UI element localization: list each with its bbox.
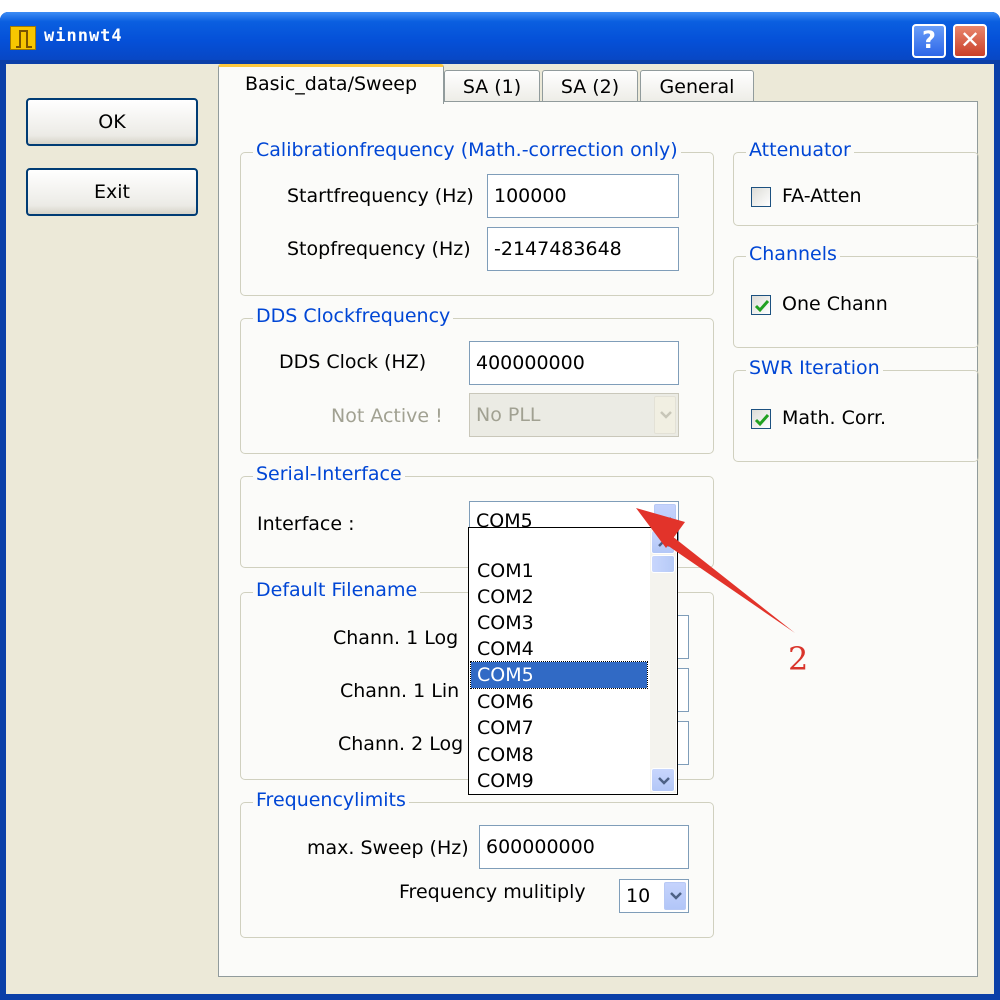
frequency-multiply-value: 10 [626, 885, 651, 907]
scroll-thumb[interactable] [651, 555, 675, 573]
list-item-com4[interactable]: COM4 [471, 636, 647, 662]
chevron-down-icon [654, 396, 676, 434]
one-chann-checkbox[interactable] [751, 295, 771, 315]
frequencylimits-group: Frequencylimits max. Sweep (Hz) 60000000… [240, 789, 714, 938]
window-title: winnwt4 [44, 26, 123, 46]
list-item-com5[interactable]: COM5 [470, 661, 648, 689]
filename-label-chann2-log: Chann. 2 Log [338, 733, 464, 755]
app-icon [10, 26, 36, 50]
interface-label: Interface : [257, 513, 355, 535]
default-filename-legend: Default Filename [253, 579, 421, 601]
list-item-com7[interactable]: COM7 [471, 715, 647, 741]
dds-clock-input[interactable]: 400000000 [469, 341, 679, 385]
dropdown-scrollbar[interactable] [650, 529, 676, 793]
swr-legend: SWR Iteration [746, 357, 883, 379]
tab-sa-2[interactable]: SA (2) [542, 70, 638, 104]
dialog-window: winnwt4 ? ✕ OK Exit Basic_data/Sweep SA … [0, 12, 1000, 1000]
calibration-legend: Calibrationfrequency (Math.-correction o… [253, 139, 681, 161]
list-item-com2[interactable]: COM2 [471, 584, 647, 610]
swr-iteration-group: SWR Iteration Math. Corr. [733, 357, 979, 462]
stop-frequency-input[interactable]: -2147483648 [487, 227, 679, 271]
math-corr-checkbox[interactable] [751, 409, 771, 429]
fa-atten-label: FA-Atten [782, 185, 862, 207]
list-item-com8[interactable]: COM8 [471, 742, 647, 768]
scroll-down-icon[interactable] [651, 768, 675, 792]
help-icon[interactable]: ? [912, 24, 946, 58]
tab-basic-data-sweep[interactable]: Basic_data/Sweep [218, 64, 444, 104]
calibration-group: Calibrationfrequency (Math.-correction o… [240, 139, 714, 296]
stop-frequency-label: Stopfrequency (Hz) [287, 238, 471, 260]
check-icon [754, 300, 770, 313]
start-frequency-label: Startfrequency (Hz) [287, 185, 474, 207]
pll-value: No PLL [476, 404, 541, 426]
tab-general[interactable]: General [640, 70, 754, 104]
annotation-number: 2 [788, 640, 809, 678]
interface-dropdown-list[interactable]: COM1 COM2 COM3 COM4 COM5 COM6 COM7 COM8 … [468, 527, 678, 795]
check-icon [754, 414, 770, 427]
filename-label-chann1-lin: Chann. 1 Lin [340, 680, 460, 702]
frequency-multiply-select[interactable]: 10 [619, 879, 689, 913]
channels-legend: Channels [746, 243, 840, 265]
frequency-multiply-label: Frequency mulitiply [399, 881, 586, 903]
channels-group: Channels One Chann [733, 243, 979, 348]
fa-atten-checkbox[interactable] [751, 187, 771, 207]
attenuator-group: Attenuator FA-Atten [733, 139, 979, 226]
list-item-com6[interactable]: COM6 [471, 689, 647, 715]
one-chann-label: One Chann [782, 293, 888, 315]
list-item-com9[interactable]: COM9 [471, 768, 647, 794]
exit-button[interactable]: Exit [26, 168, 198, 216]
pll-select: No PLL [469, 393, 679, 437]
attenuator-legend: Attenuator [746, 139, 854, 161]
scroll-up-icon[interactable] [651, 530, 675, 554]
start-frequency-input[interactable]: 100000 [487, 174, 679, 218]
title-bar[interactable]: winnwt4 ? ✕ [0, 12, 1000, 60]
tab-sa-1[interactable]: SA (1) [444, 70, 540, 104]
ok-button[interactable]: OK [26, 98, 198, 146]
math-corr-label: Math. Corr. [782, 407, 887, 429]
max-sweep-label: max. Sweep (Hz) [307, 837, 469, 859]
pll-label: Not Active ! [331, 405, 443, 427]
serial-legend: Serial-Interface [253, 463, 405, 485]
dds-clock-label: DDS Clock (HZ) [279, 351, 427, 373]
dds-legend: DDS Clockfrequency [253, 305, 454, 327]
list-item-com1[interactable]: COM1 [471, 558, 647, 584]
list-item-com3[interactable]: COM3 [471, 610, 647, 636]
chevron-down-icon[interactable] [664, 882, 686, 910]
close-icon[interactable]: ✕ [953, 24, 987, 58]
max-sweep-input[interactable]: 600000000 [479, 825, 689, 869]
filename-label-chann1-log: Chann. 1 Log [333, 627, 459, 649]
frequencylimits-legend: Frequencylimits [253, 789, 409, 811]
dds-group: DDS Clockfrequency DDS Clock (HZ) 400000… [240, 305, 714, 454]
